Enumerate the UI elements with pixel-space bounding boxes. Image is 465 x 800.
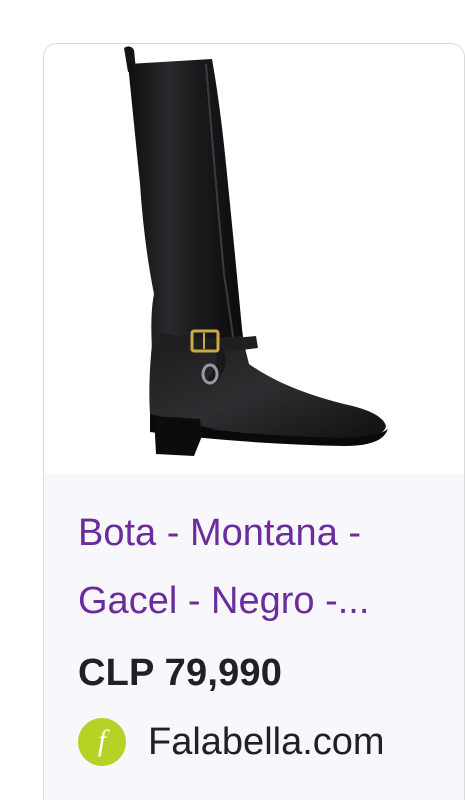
- merchant-source[interactable]: f Falabella.com: [78, 717, 385, 767]
- page: Bota - Montana - Gacel - Negro -... CLP …: [0, 0, 465, 800]
- product-title[interactable]: Bota - Montana - Gacel - Negro -...: [78, 499, 448, 635]
- falabella-logo-icon: f: [78, 718, 126, 766]
- boot-image: [124, 46, 388, 456]
- product-card[interactable]: Bota - Montana - Gacel - Negro -... CLP …: [43, 43, 465, 800]
- product-image[interactable]: [44, 44, 464, 474]
- favicon-letter: f: [97, 724, 107, 757]
- product-price: CLP 79,990: [78, 652, 283, 694]
- merchant-name: Falabella.com: [148, 720, 385, 763]
